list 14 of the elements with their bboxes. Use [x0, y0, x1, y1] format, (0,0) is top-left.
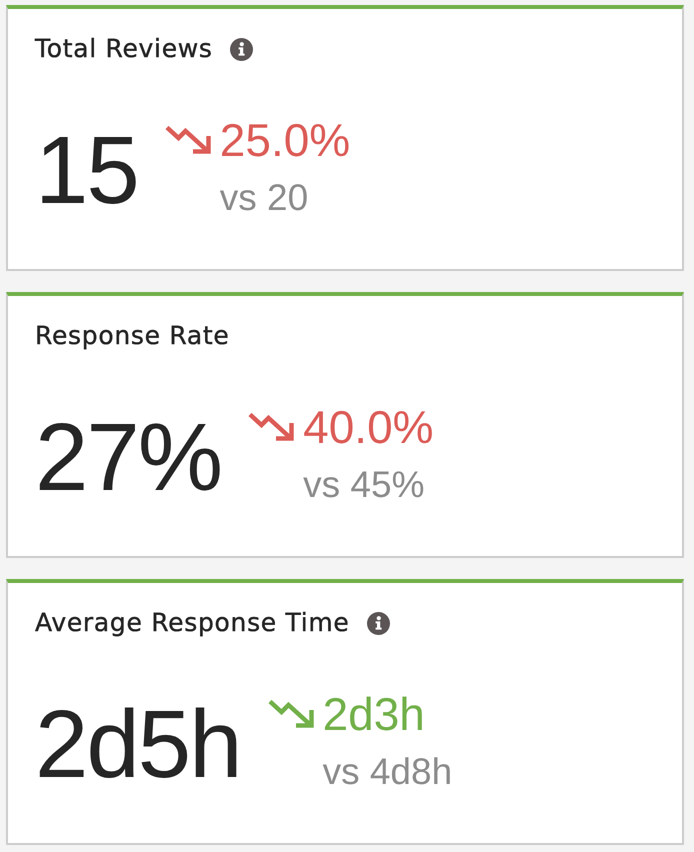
metric-value: 2d5h — [35, 697, 241, 793]
metric-value: 15 — [35, 123, 138, 219]
info-icon[interactable] — [366, 612, 390, 634]
info-icon[interactable] — [230, 38, 253, 60]
change-value: 2d3h — [322, 691, 426, 737]
card-title: Total Reviews — [35, 34, 213, 64]
comparison-text: vs 4d8h — [322, 750, 452, 794]
card-title: Response Rate — [35, 321, 230, 351]
comparison-text: vs 45% — [303, 463, 426, 507]
change-value: 25.0% — [220, 117, 350, 163]
card-title: Average Response Time — [35, 608, 350, 638]
change-value: 40.0% — [303, 404, 434, 450]
comparison-text: vs 20 — [220, 176, 310, 220]
metric-value: 27% — [35, 410, 222, 506]
